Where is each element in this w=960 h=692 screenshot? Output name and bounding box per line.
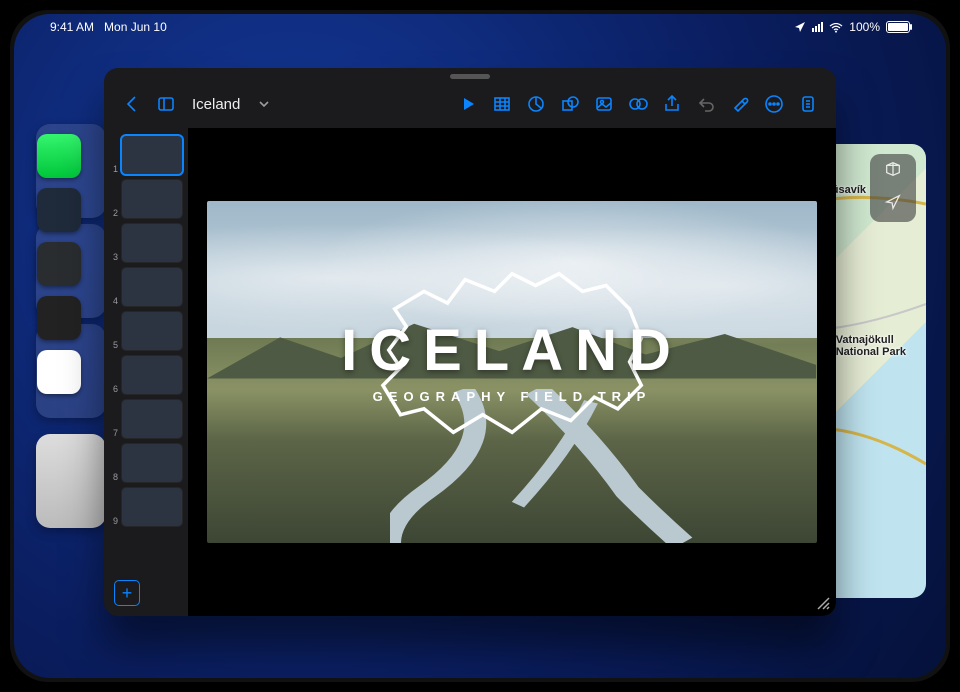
wifi-icon — [829, 22, 843, 32]
document-name[interactable]: Iceland — [192, 96, 240, 113]
dock-app[interactable] — [37, 188, 81, 232]
maps-controls — [870, 154, 916, 222]
toolbar: Iceland — [104, 84, 836, 124]
insert-chart-button[interactable] — [522, 90, 550, 118]
cell-signal-icon — [812, 22, 823, 32]
slide-thumbnail[interactable]: 8 — [110, 444, 182, 482]
format-button[interactable] — [726, 90, 754, 118]
dock-app[interactable] — [37, 242, 81, 286]
play-button[interactable] — [454, 90, 482, 118]
more-button[interactable] — [760, 90, 788, 118]
status-bar: 9:41 AM Mon Jun 10 100% — [14, 20, 946, 40]
insert-comment-button[interactable] — [624, 90, 652, 118]
insert-shape-button[interactable] — [556, 90, 584, 118]
slide-navigator: 1 2 3 4 5 6 7 8 9 + — [104, 128, 189, 616]
dock-photos[interactable] — [37, 350, 81, 394]
slide-thumbnail[interactable]: 4 — [110, 268, 182, 306]
maps-3d-icon[interactable] — [884, 160, 902, 183]
insert-media-button[interactable] — [590, 90, 618, 118]
back-button[interactable] — [118, 90, 146, 118]
slide-thumbnail[interactable]: 1 — [110, 136, 182, 174]
slide[interactable]: ICELAND GEOGRAPHY FIELD TRIP — [207, 201, 816, 544]
ipad-frame: 9:41 AM Mon Jun 10 100% — [0, 0, 960, 692]
multitask-pill[interactable] — [450, 74, 490, 79]
status-time: 9:41 AM — [50, 20, 94, 34]
slide-subtitle[interactable]: GEOGRAPHY FIELD TRIP — [207, 389, 816, 404]
slide-canvas[interactable]: ICELAND GEOGRAPHY FIELD TRIP — [188, 128, 836, 616]
undo-button[interactable] — [692, 90, 720, 118]
maps-locate-icon[interactable] — [884, 193, 902, 216]
slide-title[interactable]: ICELAND — [207, 317, 816, 384]
battery-pct: 100% — [849, 20, 880, 34]
window-resize-handle[interactable] — [814, 594, 830, 610]
app-dock — [34, 134, 84, 558]
document-options-button[interactable] — [794, 90, 822, 118]
slide-thumbnail[interactable]: 3 — [110, 224, 182, 262]
share-button[interactable] — [658, 90, 686, 118]
slide-thumbnail[interactable]: 7 — [110, 400, 182, 438]
screen: 9:41 AM Mon Jun 10 100% — [14, 14, 946, 678]
location-icon — [794, 21, 806, 33]
add-slide-button[interactable]: + — [114, 580, 140, 606]
slide-thumbnail[interactable]: 2 — [110, 180, 182, 218]
document-menu-chevron[interactable] — [250, 90, 278, 118]
insert-table-button[interactable] — [488, 90, 516, 118]
dock-messages[interactable] — [37, 134, 81, 178]
sidebar-toggle-button[interactable] — [152, 90, 180, 118]
battery-icon — [886, 21, 910, 33]
dock-calculator[interactable] — [37, 296, 81, 340]
keynote-window: Iceland 1 2 3 4 — [104, 68, 836, 616]
slide-thumbnail[interactable]: 9 — [110, 488, 182, 526]
slide-thumbnail[interactable]: 6 — [110, 356, 182, 394]
status-date: Mon Jun 10 — [104, 20, 167, 34]
slide-thumbnail[interactable]: 5 — [110, 312, 182, 350]
map-label-park: Vatnajökull National Park — [836, 334, 906, 358]
